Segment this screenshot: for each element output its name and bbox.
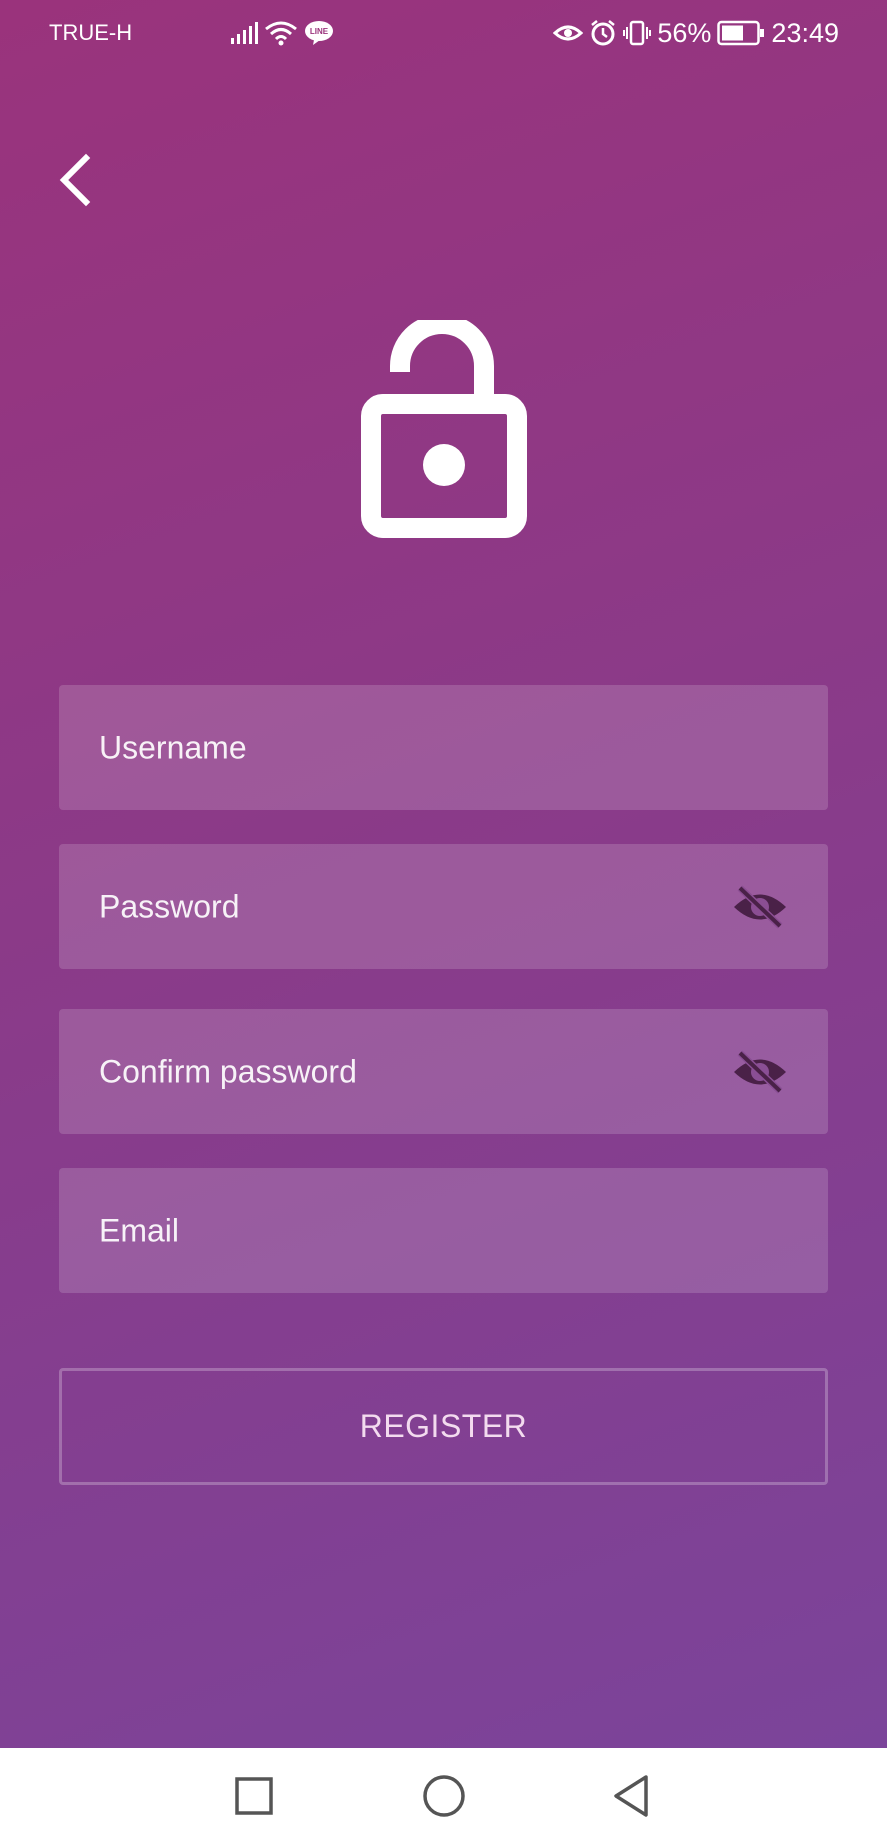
email-field[interactable]: Email [59,1168,828,1293]
eye-comfort-icon [553,21,584,45]
password-placeholder: Password [99,888,240,924]
username-placeholder: Username [99,729,247,765]
recents-square-icon [235,1777,273,1815]
line-badge-text: LINE [310,27,329,36]
confirm-password-field[interactable]: Confirm password [59,1009,828,1134]
email-placeholder: Email [99,1212,180,1248]
confirm-password-placeholder: Confirm password [99,1053,357,1089]
clock: 23:49 [771,17,839,48]
password-field[interactable]: Password [59,844,828,969]
back-button[interactable] [50,150,100,210]
eye-off-icon [734,884,786,929]
vibrate-icon [623,19,652,47]
chevron-left-icon [59,153,91,207]
home-circle-icon [423,1775,465,1817]
battery-percent: 56% [657,17,712,48]
carrier-label: TRUE-H [49,20,133,45]
battery-icon [717,20,765,46]
unlocked-padlock-icon [360,314,528,540]
system-nav-bar [0,1748,887,1843]
eye-off-icon [734,1049,786,1094]
signal-icon [230,21,258,45]
confirm-password-visibility-toggle[interactable] [732,1049,788,1095]
alarm-icon [589,19,617,47]
username-field[interactable]: Username [59,685,828,810]
password-visibility-toggle[interactable] [732,884,788,930]
register-screen: TRUE-H LINE 56% 23:49 Username Password … [0,0,887,1748]
home-button[interactable] [418,1770,470,1822]
back-triangle-icon [614,1775,648,1817]
recents-button[interactable] [228,1770,280,1822]
wifi-icon [264,20,298,46]
status-bar: TRUE-H LINE 56% 23:49 [0,0,887,66]
register-button[interactable]: REGISTER [59,1368,828,1485]
line-app-icon: LINE [304,20,334,46]
nav-back-button[interactable] [606,1770,658,1822]
